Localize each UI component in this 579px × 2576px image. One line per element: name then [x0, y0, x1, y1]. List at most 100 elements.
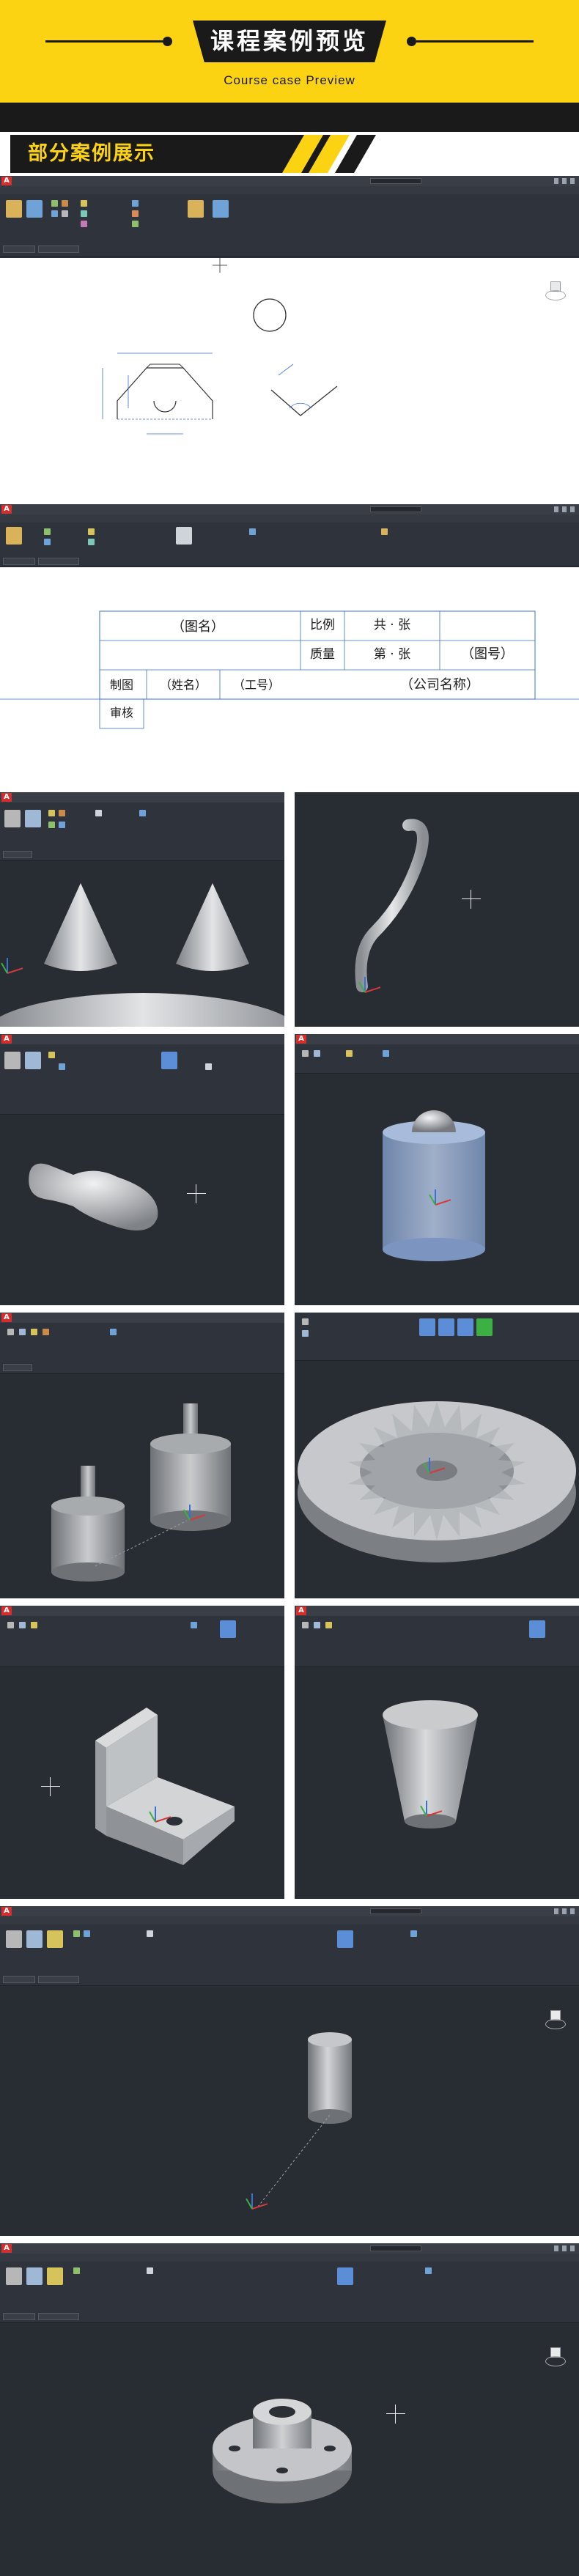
ribbon-extrude-icon[interactable] [25, 810, 41, 827]
ribbon-text-icon[interactable] [176, 527, 192, 545]
ribbon-box-icon[interactable] [6, 2267, 22, 2285]
window-controls-icon[interactable] [554, 2245, 576, 2251]
tab-start[interactable] [3, 851, 32, 858]
ribbon-revolve-icon[interactable] [73, 2267, 80, 2274]
ribbon-view-icon[interactable] [337, 2267, 353, 2285]
ribbon-sweep-icon[interactable] [84, 1930, 90, 1937]
cad-viewport[interactable]: （图名） 比例 共 · 张 （图号） 质量 第 · 张 制图 （姓名） （工号）… [0, 567, 579, 785]
cad-viewport[interactable] [0, 1374, 284, 1598]
autocad-logo-icon[interactable]: A [1, 505, 12, 514]
ribbon-box-icon[interactable] [4, 810, 21, 827]
ribbon-revolve-icon[interactable] [73, 1930, 80, 1937]
cad-viewport[interactable] [0, 2324, 579, 2576]
ribbon-box-icon[interactable] [302, 1318, 309, 1325]
ribbon-view-icon[interactable] [220, 1620, 236, 1638]
cad-viewport[interactable] [295, 792, 579, 1027]
ribbon-copy-icon[interactable] [88, 539, 95, 545]
tab-drawing[interactable] [38, 2313, 79, 2320]
window-controls-icon[interactable] [554, 178, 576, 184]
ribbon-extrude-icon[interactable] [19, 1622, 26, 1628]
ribbon-view-icon[interactable] [529, 1620, 545, 1638]
ribbon-revolve-icon[interactable] [48, 822, 55, 828]
tab-start[interactable] [3, 1976, 35, 1983]
window-controls-icon[interactable] [554, 1908, 576, 1914]
ribbon-layer-icon[interactable] [425, 2267, 432, 2274]
cad-search-box[interactable] [370, 1908, 421, 1914]
ribbon-array-icon[interactable] [132, 221, 139, 227]
tab-drawing[interactable] [38, 1976, 79, 1983]
ribbon-box-icon[interactable] [4, 1052, 21, 1069]
autocad-logo-icon[interactable]: A [1, 1035, 12, 1044]
window-controls-icon[interactable] [554, 506, 576, 512]
ribbon-extrude-icon[interactable] [25, 1052, 41, 1069]
autocad-logo-icon[interactable]: A [1, 2244, 12, 2253]
ribbon-copy-icon[interactable] [81, 210, 87, 217]
ribbon-layer-icon[interactable] [249, 528, 256, 535]
ribbon-layer-icon[interactable] [110, 1329, 117, 1335]
ribbon-block-icon[interactable] [381, 528, 388, 535]
ribbon-union-icon[interactable] [48, 1052, 55, 1058]
ribbon-rect-icon[interactable] [44, 539, 51, 545]
tab-start[interactable] [3, 2313, 35, 2320]
ribbon-sweep-icon[interactable] [59, 1063, 65, 1070]
ribbon-box-icon[interactable] [6, 1930, 22, 1948]
ribbon-view-icon[interactable] [337, 1930, 353, 1948]
ribbon-union-icon[interactable] [47, 2267, 63, 2285]
ribbon-extrude-icon[interactable] [314, 1050, 320, 1057]
ribbon-extrude-icon[interactable] [26, 2267, 43, 2285]
ribbon-union-icon[interactable] [48, 810, 55, 816]
ribbon-extrude-icon[interactable] [314, 1622, 320, 1628]
ribbon-mirror-icon[interactable] [81, 221, 87, 227]
ribbon-extrude-icon[interactable] [26, 1930, 43, 1948]
ribbon-extrude-icon[interactable] [19, 1329, 26, 1335]
autocad-logo-icon[interactable]: A [1, 177, 12, 185]
tab-start[interactable] [3, 1364, 32, 1371]
cad-viewport[interactable] [0, 258, 579, 497]
ribbon-view-icon[interactable] [438, 1318, 454, 1336]
autocad-logo-icon[interactable]: A [296, 1035, 306, 1044]
ribbon-visual-style-icon[interactable] [147, 2267, 153, 2274]
tab-drawing[interactable] [38, 246, 79, 253]
ribbon-layer-icon[interactable] [191, 1622, 197, 1628]
ribbon-confirm-icon[interactable] [476, 1318, 493, 1336]
ribbon-rect-icon[interactable] [51, 210, 58, 217]
ribbon-view-icon[interactable] [457, 1318, 473, 1336]
ribbon-box-icon[interactable] [7, 1622, 14, 1628]
ribbon-union-icon[interactable] [346, 1050, 353, 1057]
cad-viewport[interactable] [0, 861, 284, 1027]
cad-viewport[interactable] [0, 1667, 284, 1899]
cad-viewport[interactable] [295, 1074, 579, 1305]
ribbon-box-icon[interactable] [302, 1622, 309, 1628]
cad-search-box[interactable] [370, 2245, 421, 2251]
ribbon-polyline-tool-icon[interactable] [26, 200, 43, 218]
ribbon-layer-icon[interactable] [383, 1050, 389, 1057]
ribbon-layer-icon[interactable] [139, 810, 146, 816]
ribbon-sweep-icon[interactable] [59, 822, 65, 828]
ribbon-fillet-icon[interactable] [132, 210, 139, 217]
ribbon-subtract-icon[interactable] [43, 1329, 49, 1335]
ribbon-hatch-icon[interactable] [62, 210, 68, 217]
ribbon-box-icon[interactable] [302, 1050, 309, 1057]
ribbon-move-icon[interactable] [81, 200, 87, 207]
autocad-logo-icon[interactable]: A [296, 1606, 306, 1615]
ribbon-box-icon[interactable] [7, 1329, 14, 1335]
tab-start[interactable] [3, 558, 35, 565]
ribbon-circle-icon[interactable] [51, 200, 58, 207]
autocad-logo-icon[interactable]: A [1, 793, 12, 802]
ribbon-union-icon[interactable] [31, 1622, 37, 1628]
cad-viewport[interactable] [295, 1667, 579, 1899]
ribbon-union-icon[interactable] [325, 1622, 332, 1628]
ribbon-annotation-icon[interactable] [188, 200, 204, 218]
ribbon-line-tool-icon[interactable] [6, 527, 22, 545]
ribbon-move-icon[interactable] [88, 528, 95, 535]
autocad-logo-icon[interactable]: A [1, 1313, 12, 1322]
autocad-logo-icon[interactable]: A [1, 1907, 12, 1916]
ribbon-visual-style-icon[interactable] [205, 1063, 212, 1070]
ribbon-layer-icon[interactable] [213, 200, 229, 218]
ribbon-view-icon[interactable] [419, 1318, 435, 1336]
tab-start[interactable] [3, 246, 35, 253]
ribbon-union-icon[interactable] [47, 1930, 63, 1948]
ribbon-circle-icon[interactable] [44, 528, 51, 535]
ribbon-visual-style-icon[interactable] [147, 1930, 153, 1937]
ribbon-extrude-icon[interactable] [302, 1330, 309, 1337]
